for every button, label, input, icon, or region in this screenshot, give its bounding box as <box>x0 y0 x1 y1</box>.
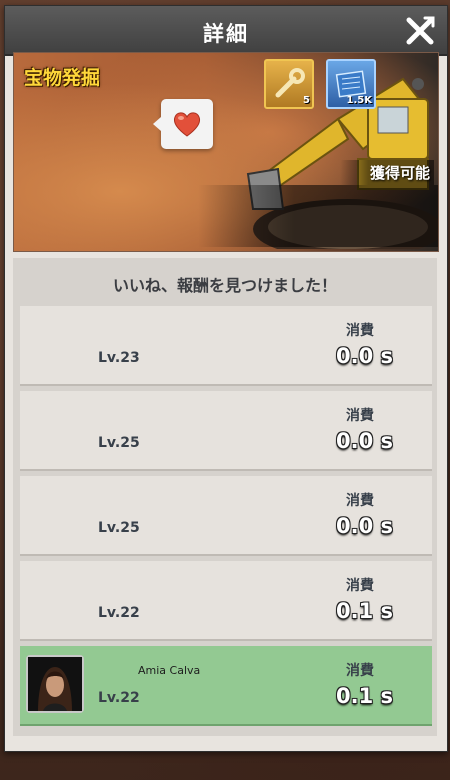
rewards-strip <box>198 185 438 247</box>
heart-icon <box>173 112 201 137</box>
reward-item-blueprint[interactable]: 1.5K <box>326 59 376 109</box>
time-value: 0.0 s <box>336 429 394 453</box>
avatar-portrait-icon <box>28 657 82 711</box>
reward-item-wrench[interactable]: 5 <box>264 59 314 109</box>
player-level: Lv.23 <box>98 350 140 366</box>
player-level: Lv.25 <box>98 435 140 451</box>
page-title: 詳細 <box>203 22 249 46</box>
cost-label: 消費 <box>346 578 374 594</box>
close-button[interactable] <box>403 14 437 48</box>
reward-count: 1.5K <box>346 95 372 106</box>
avatar[interactable] <box>26 655 84 713</box>
list-item[interactable]: Lv.25 消費 0.0 s <box>20 391 432 471</box>
cost-label: 消費 <box>346 493 374 509</box>
player-level: Lv.22 <box>98 605 140 621</box>
treasure-banner: 宝物発掘 獲得可能 5 1.5K <box>13 52 439 252</box>
time-value: 0.0 s <box>336 344 394 368</box>
time-value: 0.0 s <box>336 514 394 538</box>
header-bar: 詳細 <box>5 6 447 56</box>
player-level: Lv.22 <box>98 690 140 706</box>
player-level: Lv.25 <box>98 520 140 536</box>
obtainable-label: 獲得可能 <box>339 160 434 185</box>
banner-title: 宝物発掘 <box>24 67 101 89</box>
cost-label: 消費 <box>346 408 374 424</box>
time-value: 0.1 s <box>336 599 394 623</box>
cost-label: 消費 <box>346 323 374 339</box>
time-value: 0.1 s <box>336 684 394 708</box>
reward-list: いいね、報酬を見つけました！ Lv.23 消費 0.0 s Lv.25 消費 0… <box>13 258 437 736</box>
list-item[interactable]: Lv.23 消費 0.0 s <box>20 306 432 386</box>
like-bubble[interactable] <box>153 99 213 149</box>
list-item-self[interactable]: Amia Calva Lv.22 消費 0.1 s <box>20 646 432 726</box>
cost-label: 消費 <box>346 663 374 679</box>
wrench-icon <box>275 68 305 98</box>
reward-count: 5 <box>303 95 310 106</box>
list-item[interactable]: Lv.22 消費 0.1 s <box>20 561 432 641</box>
player-name: Amia Calva <box>138 664 201 677</box>
reward-message: いいね、報酬を見つけました！ <box>112 276 337 295</box>
list-item[interactable]: Lv.25 消費 0.0 s <box>20 476 432 556</box>
close-icon <box>406 16 435 45</box>
